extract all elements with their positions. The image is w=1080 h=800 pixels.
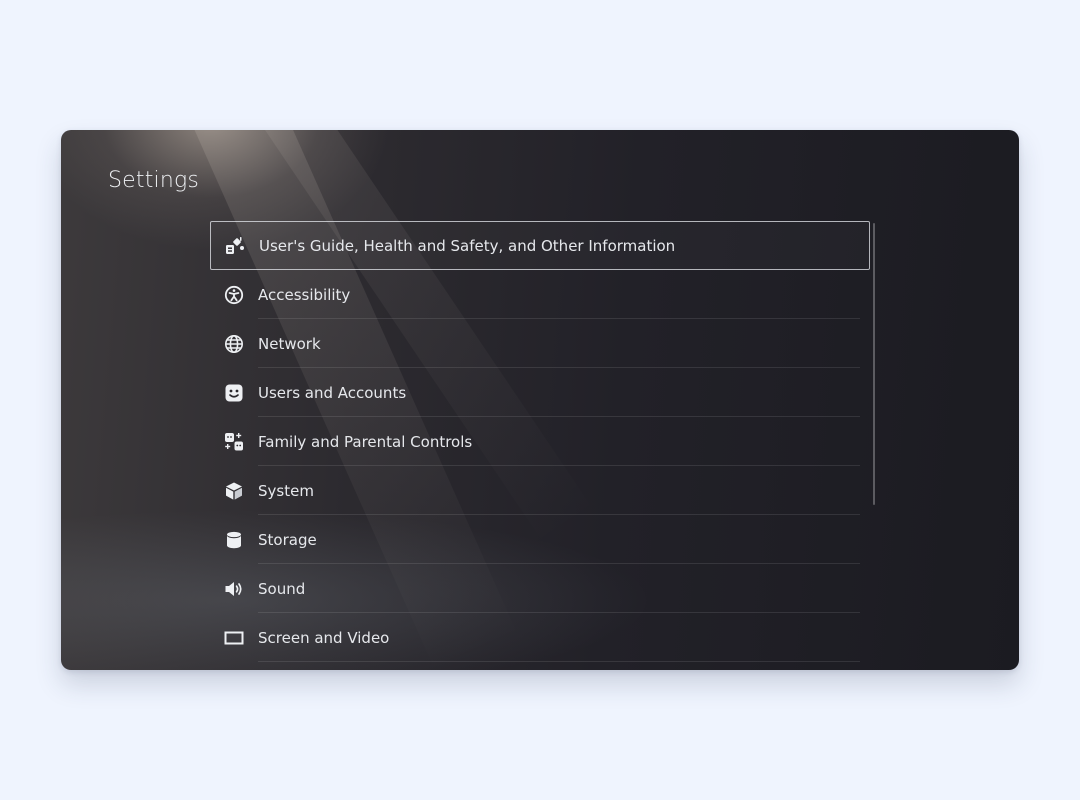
face-icon	[223, 382, 245, 404]
menu-item-accessibility[interactable]: Accessibility	[210, 270, 870, 319]
menu-item-label: Accessibility	[258, 285, 351, 304]
accessibility-icon	[223, 284, 245, 306]
screen-icon	[223, 627, 245, 649]
menu-item-system[interactable]: System	[210, 466, 870, 515]
database-icon	[223, 529, 245, 551]
scrollbar[interactable]	[873, 223, 875, 505]
menu-item-screen-and-video[interactable]: Screen and Video	[210, 613, 870, 662]
settings-window: Settings User's Guide, Health and Safety…	[61, 130, 1019, 670]
menu-item-storage[interactable]: Storage	[210, 515, 870, 564]
menu-item-label: Sound	[258, 579, 306, 598]
menu-item-label: System	[258, 481, 314, 500]
globe-icon	[223, 333, 245, 355]
family-icon	[223, 431, 245, 453]
guide-icon	[224, 235, 246, 257]
menu-item-network[interactable]: Network	[210, 319, 870, 368]
speaker-icon	[223, 578, 245, 600]
menu-item-users-and-accounts[interactable]: Users and Accounts	[210, 368, 870, 417]
menu-item-sound[interactable]: Sound	[210, 564, 870, 613]
settings-menu: User's Guide, Health and Safety, and Oth…	[210, 221, 870, 662]
menu-item-label: Screen and Video	[258, 628, 390, 647]
menu-item-family-and-parental-controls[interactable]: Family and Parental Controls	[210, 417, 870, 466]
menu-item-label: User's Guide, Health and Safety, and Oth…	[259, 236, 676, 255]
menu-item-label: Network	[258, 334, 321, 353]
page-title: Settings	[108, 168, 200, 193]
menu-item-users-guide[interactable]: User's Guide, Health and Safety, and Oth…	[210, 221, 870, 270]
menu-item-label: Users and Accounts	[258, 383, 407, 402]
cube-icon	[223, 480, 245, 502]
menu-item-label: Family and Parental Controls	[258, 432, 473, 451]
menu-item-label: Storage	[258, 530, 317, 549]
